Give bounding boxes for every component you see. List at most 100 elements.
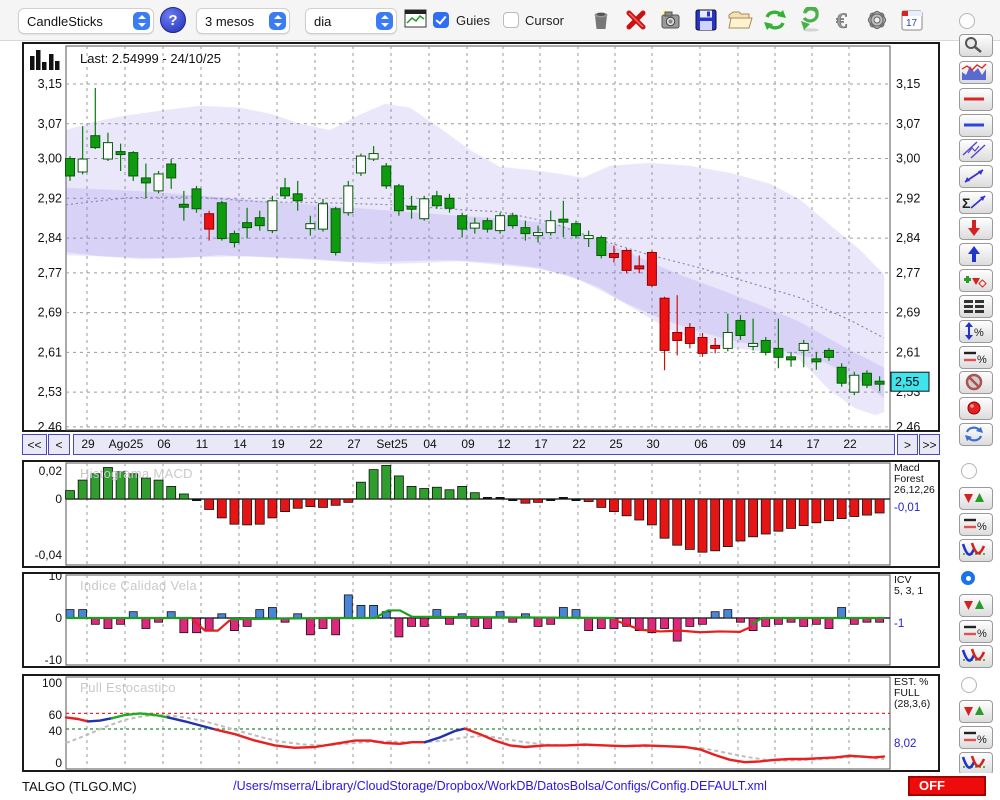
block-button[interactable] [959, 371, 993, 394]
date-label: 14 [769, 437, 783, 451]
main-panel-radio[interactable] [959, 13, 975, 29]
svg-text:2,77: 2,77 [38, 266, 62, 280]
scroll-left-button[interactable]: < [48, 434, 70, 455]
open-folder-icon[interactable] [726, 7, 753, 33]
icv-value: -1 [894, 618, 905, 630]
stochastic-radio[interactable] [961, 677, 977, 693]
svg-text:40: 40 [49, 724, 63, 738]
cursor-label: Cursor [525, 13, 565, 28]
rows-button[interactable] [959, 295, 993, 318]
icv-signal-arrows-button[interactable] [959, 594, 993, 617]
stochastic-value: 8,02 [894, 738, 917, 750]
stoch-lines-percent-button[interactable]: % [959, 726, 993, 749]
svg-text:2,53: 2,53 [38, 385, 62, 399]
svg-text:Last: 2.54999 - 24/10/25: Last: 2.54999 - 24/10/25 [80, 51, 221, 66]
guies-label: Guies [456, 13, 490, 28]
date-label: 06 [157, 437, 171, 451]
svg-text:2,77: 2,77 [896, 266, 920, 280]
record-button[interactable] [959, 397, 993, 420]
scroll-right-button[interactable]: > [897, 434, 918, 455]
date-label: 11 [195, 437, 209, 451]
buy-arrow-button[interactable] [959, 243, 993, 266]
svg-text:3,07: 3,07 [38, 117, 62, 131]
stoch-curves-button[interactable] [959, 752, 993, 775]
euro-icon[interactable]: € [832, 7, 858, 33]
icv-radio[interactable] [961, 571, 975, 585]
price-study-button[interactable] [959, 61, 993, 84]
stochastic-watermark: Full Estocastico [80, 680, 176, 695]
date-label: 09 [461, 437, 475, 451]
svg-text:0: 0 [55, 756, 62, 770]
svg-text:%: % [974, 327, 984, 339]
svg-text:Σ: Σ [962, 195, 970, 211]
save-icon[interactable] [693, 7, 719, 33]
zoom-button[interactable] [959, 34, 993, 57]
date-axis[interactable]: 29 Ago25 06 11 14 19 22 27 Set25 04 09 12 17 22 25 30 06… [73, 434, 895, 455]
lines-percent-button[interactable]: % [959, 346, 993, 369]
svg-text:-0,04: -0,04 [35, 548, 63, 562]
snapshot-icon[interactable] [657, 7, 683, 33]
trendline-button[interactable] [959, 165, 993, 188]
undo-icon[interactable] [797, 7, 823, 33]
date-label: 29 [81, 437, 95, 451]
svg-text:%: % [977, 521, 987, 533]
help-button[interactable]: ? [160, 7, 186, 33]
candlestick-chart[interactable]: 3,15 3,15 3,07 3,07 3,00 3,00 2,92 2,92 2,84 2,84… [22, 42, 940, 432]
macd-info: Macd Forest 26,12,26 -0,01 [894, 462, 935, 514]
refresh-icon[interactable] [761, 7, 787, 33]
interval-select[interactable]: dia [305, 8, 397, 34]
svg-text:2,84: 2,84 [38, 231, 62, 245]
stochastic-info: EST. % FULL (28,3,6) 8,02 [894, 676, 931, 750]
blue-hline-button[interactable] [959, 114, 993, 137]
icv-info: ICV 5, 3, 1 -1 [894, 574, 924, 630]
channel-button[interactable] [959, 139, 993, 162]
guies-checkbox[interactable] [433, 12, 449, 28]
macd-watermark: Histograma MACD [80, 466, 193, 481]
svg-text:100: 100 [42, 676, 62, 690]
macd-radio[interactable] [961, 463, 977, 479]
calendar-icon[interactable]: 17 [899, 7, 925, 33]
date-label: 22 [572, 437, 586, 451]
stepper-icon [269, 12, 286, 30]
stoch-signal-arrows-button[interactable] [959, 700, 993, 723]
svg-text:17: 17 [906, 18, 918, 29]
icv-curves-button[interactable] [959, 645, 993, 668]
period-select[interactable]: 3 mesos [196, 8, 290, 34]
period-value: 3 mesos [205, 13, 255, 29]
status-bar: TALGO (TLGO.MC) /Users/mserra/Library/Cl… [0, 773, 1000, 800]
chart-type-value: CandleSticks [27, 13, 103, 29]
date-label: 27 [347, 437, 361, 451]
macd-lines-percent-button[interactable]: % [959, 513, 993, 536]
cursor-checkbox[interactable] [503, 12, 519, 28]
svg-text:2,84: 2,84 [896, 231, 920, 245]
off-badge[interactable]: OFF [908, 776, 986, 796]
scroll-fast-left-button[interactable]: << [22, 434, 47, 455]
date-label: 04 [423, 437, 437, 451]
svg-text:-10: -10 [45, 653, 63, 667]
red-hline-button[interactable] [959, 88, 993, 111]
trash-icon[interactable] [588, 7, 614, 33]
sum-trend-button[interactable]: Σ [959, 191, 993, 214]
svg-text:2,69: 2,69 [38, 306, 62, 320]
delete-icon[interactable] [623, 7, 649, 33]
chart-window-icon[interactable] [404, 9, 430, 35]
svg-text:%: % [977, 628, 987, 640]
range-percent-button[interactable]: % [959, 320, 993, 343]
scroll-fast-right-button[interactable]: >> [919, 434, 940, 455]
date-label: 30 [646, 437, 660, 451]
date-label: 17 [534, 437, 548, 451]
chart-type-select[interactable]: CandleSticks [18, 8, 154, 34]
date-label: 19 [271, 437, 285, 451]
macd-signal-arrows-button[interactable] [959, 487, 993, 510]
icv-lines-percent-button[interactable]: % [959, 620, 993, 643]
svg-text:2,55: 2,55 [895, 375, 919, 389]
toolbar: CandleSticks ? 3 mesos dia Guies Cursor [0, 0, 1000, 41]
svg-text:%: % [977, 354, 987, 366]
sync-button[interactable] [959, 423, 993, 446]
svg-text:€: € [836, 8, 847, 33]
add-signal-button[interactable] [959, 269, 993, 292]
sell-arrow-button[interactable] [959, 217, 993, 240]
date-label: Ago25 [108, 437, 144, 451]
macd-curves-button[interactable] [959, 539, 993, 562]
settings-icon[interactable] [864, 7, 890, 33]
